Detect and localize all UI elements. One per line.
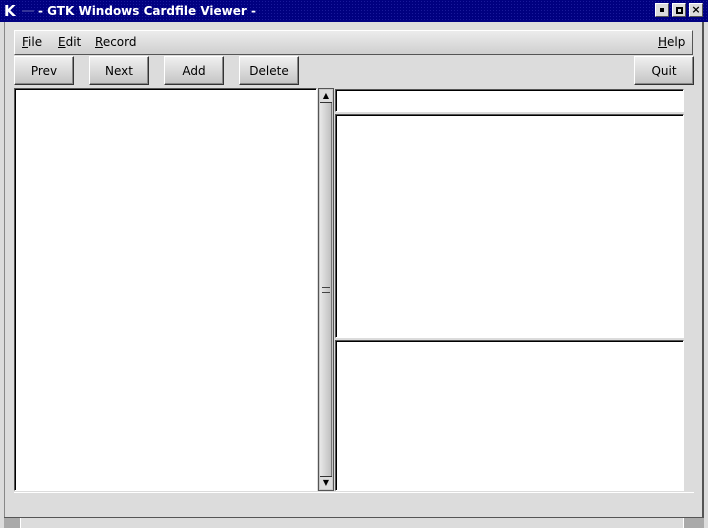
pin-icon[interactable] <box>22 10 34 12</box>
menu-bar: File Edit Record Help <box>14 30 693 55</box>
menu-help-mnemonic: H <box>658 35 668 49</box>
maximize-button[interactable] <box>672 3 686 17</box>
close-icon: × <box>691 3 701 16</box>
resize-grip[interactable] <box>683 518 704 528</box>
next-button[interactable]: Next <box>89 56 149 85</box>
card-title-field[interactable] <box>335 89 684 112</box>
menu-edit-mnemonic: E <box>58 35 66 49</box>
app-menu-icon[interactable]: K <box>4 3 22 19</box>
status-segment-left <box>4 518 21 528</box>
add-button[interactable]: Add <box>164 56 224 85</box>
prev-button[interactable]: Prev <box>14 56 74 85</box>
window-title: - GTK Windows Cardfile Viewer - <box>38 4 256 18</box>
card-picture-area[interactable] <box>335 340 684 491</box>
grip-icon <box>322 287 330 293</box>
menu-help[interactable]: Help <box>658 35 685 50</box>
maximize-icon <box>675 6 683 14</box>
arrow-down-icon: ▼ <box>322 478 330 487</box>
menu-edit-rest: dit <box>65 35 82 49</box>
title-bar[interactable]: K - GTK Windows Cardfile Viewer - × <box>0 0 708 22</box>
menu-record-mnemonic: R <box>95 35 103 49</box>
minimize-button[interactable] <box>655 3 669 17</box>
scroll-up-button[interactable]: ▲ <box>320 90 332 103</box>
card-text-area[interactable] <box>335 114 684 338</box>
status-bar <box>4 517 704 528</box>
delete-button[interactable]: Delete <box>239 56 299 85</box>
menu-help-rest: elp <box>667 35 686 49</box>
arrow-up-icon: ▲ <box>322 91 330 100</box>
close-button[interactable]: × <box>689 3 703 17</box>
scroll-thumb[interactable] <box>320 103 332 476</box>
scroll-down-button[interactable]: ▼ <box>320 476 332 489</box>
menu-file-rest: ile <box>28 35 43 49</box>
minimize-icon <box>660 8 664 12</box>
card-list[interactable] <box>14 88 317 491</box>
menu-record[interactable]: Record <box>95 35 136 50</box>
menu-record-rest: ecord <box>102 35 137 49</box>
separator <box>14 492 694 493</box>
quit-button[interactable]: Quit <box>634 56 694 85</box>
menu-file[interactable]: File <box>22 35 42 50</box>
menu-edit[interactable]: Edit <box>58 35 81 50</box>
card-list-scrollbar[interactable]: ▲ ▼ <box>318 88 334 491</box>
